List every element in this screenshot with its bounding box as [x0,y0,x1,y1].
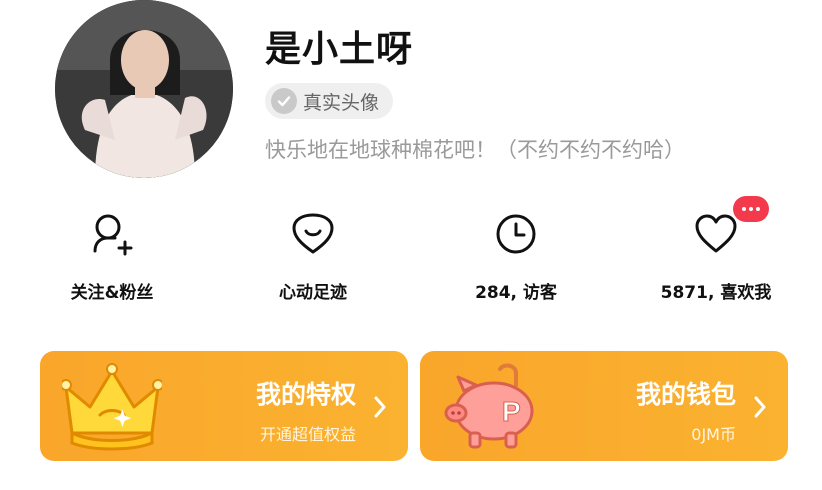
stat-label: 284, 访客 [475,283,557,303]
avatar[interactable] [55,0,233,178]
chevron-right-icon [754,396,766,418]
smile-heart-icon [289,210,337,258]
clock-icon [492,210,540,258]
wallet-card[interactable]: P 我的钱包 0JM币 [420,351,788,461]
follow-user-plus-icon [88,210,136,258]
stat-label: 心动足迹 [279,283,347,303]
stats-row: 关注&粉丝 心动足迹 284, 访客 5871, 喜欢我 [0,210,822,310]
verified-avatar-label: 真实头像 [303,91,380,114]
piggy-bank-icon: P [442,363,542,451]
crown-icon [60,363,164,451]
check-icon [271,88,297,114]
privileges-card[interactable]: 我的特权 开通超值权益 [40,351,408,461]
stat-label: 5871, 喜欢我 [660,283,772,303]
heart-icon [692,210,740,258]
wallet-title: 我的钱包 [635,380,736,409]
username: 是小土呀 [265,29,414,70]
stat-label: 关注&粉丝 [70,283,154,303]
stat-likes-me[interactable]: 5871, 喜欢我 [631,210,801,303]
wallet-balance: 0JM币 [691,425,736,444]
privileges-subtitle: 开通超值权益 [259,425,356,444]
chevron-right-icon [374,396,386,418]
badge-dot [742,207,746,211]
stat-visitors[interactable]: 284, 访客 [431,210,601,303]
stat-follow-fans[interactable]: 关注&粉丝 [27,210,197,303]
badge-dot [749,207,753,211]
badge-dot [756,207,760,211]
svg-text:P: P [502,396,521,427]
verified-avatar-badge[interactable]: 真实头像 [265,83,394,119]
profile-bio: 快乐地在地球种棉花吧！（不约不约不约哈） [265,138,685,162]
stat-heartbeat-trail[interactable]: 心动足迹 [228,210,398,303]
privileges-title: 我的特权 [255,380,356,409]
more-dots-badge[interactable] [733,196,769,222]
